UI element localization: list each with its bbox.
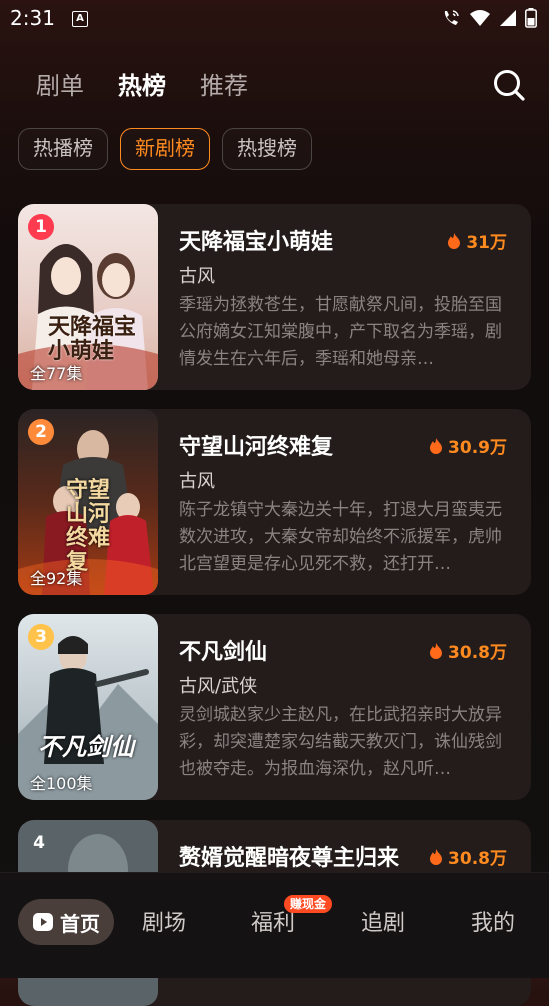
flame-icon bbox=[430, 437, 443, 454]
poster-title-art: 不凡剑仙 bbox=[38, 733, 134, 761]
heat-value: 31万 bbox=[466, 233, 507, 253]
search-icon[interactable] bbox=[492, 68, 526, 102]
flame-icon bbox=[448, 232, 461, 249]
rank-number: 2 bbox=[35, 422, 47, 442]
drama-genre: 古风 bbox=[179, 471, 215, 492]
heat-count: 30.9万 bbox=[429, 433, 507, 458]
poster-image: 不凡剑仙 3 全100集 bbox=[18, 614, 158, 800]
rank-number: 4 bbox=[33, 833, 45, 853]
wifi-call-icon bbox=[444, 10, 459, 25]
drama-card-2[interactable]: 守望山河终难复 2 全92集 守望山河终难复 30.9万 古风 陈子龙镇守大秦边… bbox=[18, 409, 531, 595]
episode-count: 全77集 bbox=[30, 364, 83, 383]
drama-title: 守望山河终难复 bbox=[179, 435, 334, 460]
drama-title: 赘婿觉醒暗夜尊主归来 bbox=[179, 846, 400, 871]
nav-follow[interactable]: 追剧 bbox=[361, 905, 405, 937]
nav-home[interactable]: 首页 bbox=[18, 899, 114, 945]
chip-hot-search[interactable]: 热搜榜 bbox=[222, 128, 312, 170]
drama-genre: 古风/武侠 bbox=[179, 676, 258, 697]
tab-recommend[interactable]: 推荐 bbox=[200, 68, 248, 104]
drama-title: 天降福宝小萌娃 bbox=[179, 230, 334, 255]
status-icons bbox=[441, 8, 537, 28]
status-bar: 2:31 A bbox=[0, 0, 549, 36]
poster-title-art: 守望山河终难复 bbox=[66, 478, 111, 575]
drama-title: 不凡剑仙 bbox=[179, 640, 268, 665]
heat-value: 30.8万 bbox=[448, 643, 507, 663]
notification-a-icon: A bbox=[72, 11, 88, 27]
battery-icon bbox=[525, 8, 537, 28]
ranking-chips: 热播榜 新剧榜 热搜榜 bbox=[18, 128, 312, 170]
heat-count: 31万 bbox=[447, 228, 507, 253]
chip-hot-play[interactable]: 热播榜 bbox=[18, 128, 108, 170]
heat-value: 30.9万 bbox=[448, 438, 507, 458]
flame-icon bbox=[430, 642, 443, 659]
tab-playlist[interactable]: 剧单 bbox=[36, 68, 84, 104]
top-tabs: 剧单 热榜 推荐 bbox=[36, 68, 248, 104]
flame-icon bbox=[430, 848, 443, 865]
bottom-nav: 首页 剧场 福利 赚现金 追剧 我的 bbox=[0, 872, 549, 978]
heat-count: 30.8万 bbox=[429, 844, 507, 869]
nav-theater[interactable]: 剧场 bbox=[142, 905, 186, 937]
poster-image: 天降福宝小萌娃 1 全77集 bbox=[18, 204, 158, 390]
nav-home-label: 首页 bbox=[60, 911, 100, 936]
drama-genre: 古风 bbox=[179, 266, 215, 287]
episode-count: 全100集 bbox=[30, 774, 93, 793]
drama-card-1[interactable]: 天降福宝小萌娃 1 全77集 天降福宝小萌娃 31万 古风 季瑶为拯救苍生，甘愿… bbox=[18, 204, 531, 390]
chip-new-drama[interactable]: 新剧榜 bbox=[120, 128, 210, 170]
welfare-badge: 赚现金 bbox=[284, 895, 333, 913]
poster-image: 守望山河终难复 2 全92集 bbox=[18, 409, 158, 595]
drama-description: 季瑶为拯救苍生，甘愿献祭凡间，投胎至国公府嫡女江知棠腹中，产下取名为季瑶，剧情发… bbox=[179, 295, 502, 369]
drama-description: 陈子龙镇守大秦边关十年，打退大月蛮夷无数次进攻，大秦女帝却始终不派援军，虎帅北宫… bbox=[179, 500, 502, 574]
rank-number: 1 bbox=[35, 217, 47, 237]
nav-mine[interactable]: 我的 bbox=[471, 905, 515, 937]
signal-icon bbox=[500, 10, 516, 26]
poster-title-art: 天降福宝小萌娃 bbox=[48, 315, 137, 364]
heat-count: 30.8万 bbox=[429, 638, 507, 663]
status-time: 2:31 bbox=[10, 6, 55, 30]
episode-count: 全92集 bbox=[30, 569, 83, 588]
heat-value: 30.8万 bbox=[448, 849, 507, 869]
play-icon bbox=[33, 913, 53, 931]
drama-description: 灵剑城赵家少主赵凡，在比武招亲时大放异彩，却突遭楚家勾结截天教灭门，诛仙残剑也被… bbox=[179, 705, 502, 779]
rank-number: 3 bbox=[35, 627, 47, 647]
tab-hot-list[interactable]: 热榜 bbox=[118, 68, 166, 104]
drama-card-3[interactable]: 不凡剑仙 3 全100集 不凡剑仙 30.8万 古风/武侠 灵剑城赵家少主赵凡，… bbox=[18, 614, 531, 800]
wifi-icon bbox=[470, 10, 490, 26]
